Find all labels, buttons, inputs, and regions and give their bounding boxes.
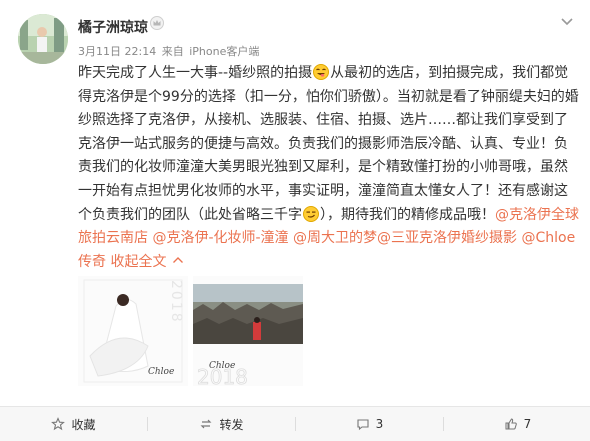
repost-button[interactable]: 转发 xyxy=(148,407,295,441)
favorite-button[interactable]: 收藏 xyxy=(0,407,147,441)
favorite-label: 收藏 xyxy=(71,417,96,432)
thumbs-up-icon xyxy=(505,418,517,430)
like-count: 7 xyxy=(523,417,532,431)
post-meta: 3月11日 22:14 来自 iPhone客户端 xyxy=(78,43,259,59)
repost-icon xyxy=(201,419,212,429)
crown-badge-icon xyxy=(150,16,164,30)
weibo-post-card: 橘子洲琼琼 3月11日 22:14 来自 iPhone客户端 昨天完成了人生一大… xyxy=(0,0,590,441)
post-text-part-1: 昨天完成了人生一大事--婚纱照的拍摄 xyxy=(78,65,313,81)
avatar[interactable] xyxy=(18,14,68,64)
post-source[interactable]: iPhone客户端 xyxy=(189,45,259,58)
image-thumb-2[interactable]: Chloe 2018 xyxy=(193,276,303,386)
post-text-part-3: ），期待我们的精修成品哦！ xyxy=(320,206,495,223)
comment-count: 3 xyxy=(375,417,384,431)
like-button[interactable]: 7 xyxy=(444,407,590,441)
smirk-emoji-icon xyxy=(303,205,319,222)
post-text: 昨天完成了人生一大事--婚纱照的拍摄 从最初的选店，到拍摄完成，我们都觉得克洛伊是… xyxy=(78,62,580,274)
comment-icon xyxy=(357,419,369,431)
star-icon xyxy=(51,417,66,431)
post-time[interactable]: 3月11日 22:14 xyxy=(78,45,156,58)
username[interactable]: 橘子洲琼琼 xyxy=(78,17,148,37)
mention-link[interactable]: @周大卫的梦 xyxy=(293,230,377,246)
chevron-down-icon[interactable] xyxy=(560,16,574,28)
mention-link[interactable]: @三亚克洛伊婚纱摄影 xyxy=(377,230,517,246)
svg-text:Chloe: Chloe xyxy=(148,367,174,377)
collapse-text-link[interactable]: 收起全文 xyxy=(110,254,166,270)
image-year-watermark: 2018 xyxy=(197,365,248,386)
repost-label: 转发 xyxy=(219,417,244,432)
mention-link[interactable]: @克洛伊-化妆师-潼潼 xyxy=(152,230,288,246)
grinning-tongue-emoji-icon xyxy=(313,64,330,80)
source-prefix: 来自 xyxy=(161,45,184,58)
comment-button[interactable]: 3 xyxy=(296,407,443,441)
image-year-watermark: 2018 xyxy=(168,280,184,324)
chevron-up-icon[interactable] xyxy=(172,255,184,267)
post-text-part-2: 从最初的选店，到拍摄完成，我们都觉得克洛伊是个99分的选择（扣一分，怕你们骄傲）… xyxy=(78,65,579,223)
action-bar: 收藏 转发 3 7 xyxy=(0,406,590,441)
